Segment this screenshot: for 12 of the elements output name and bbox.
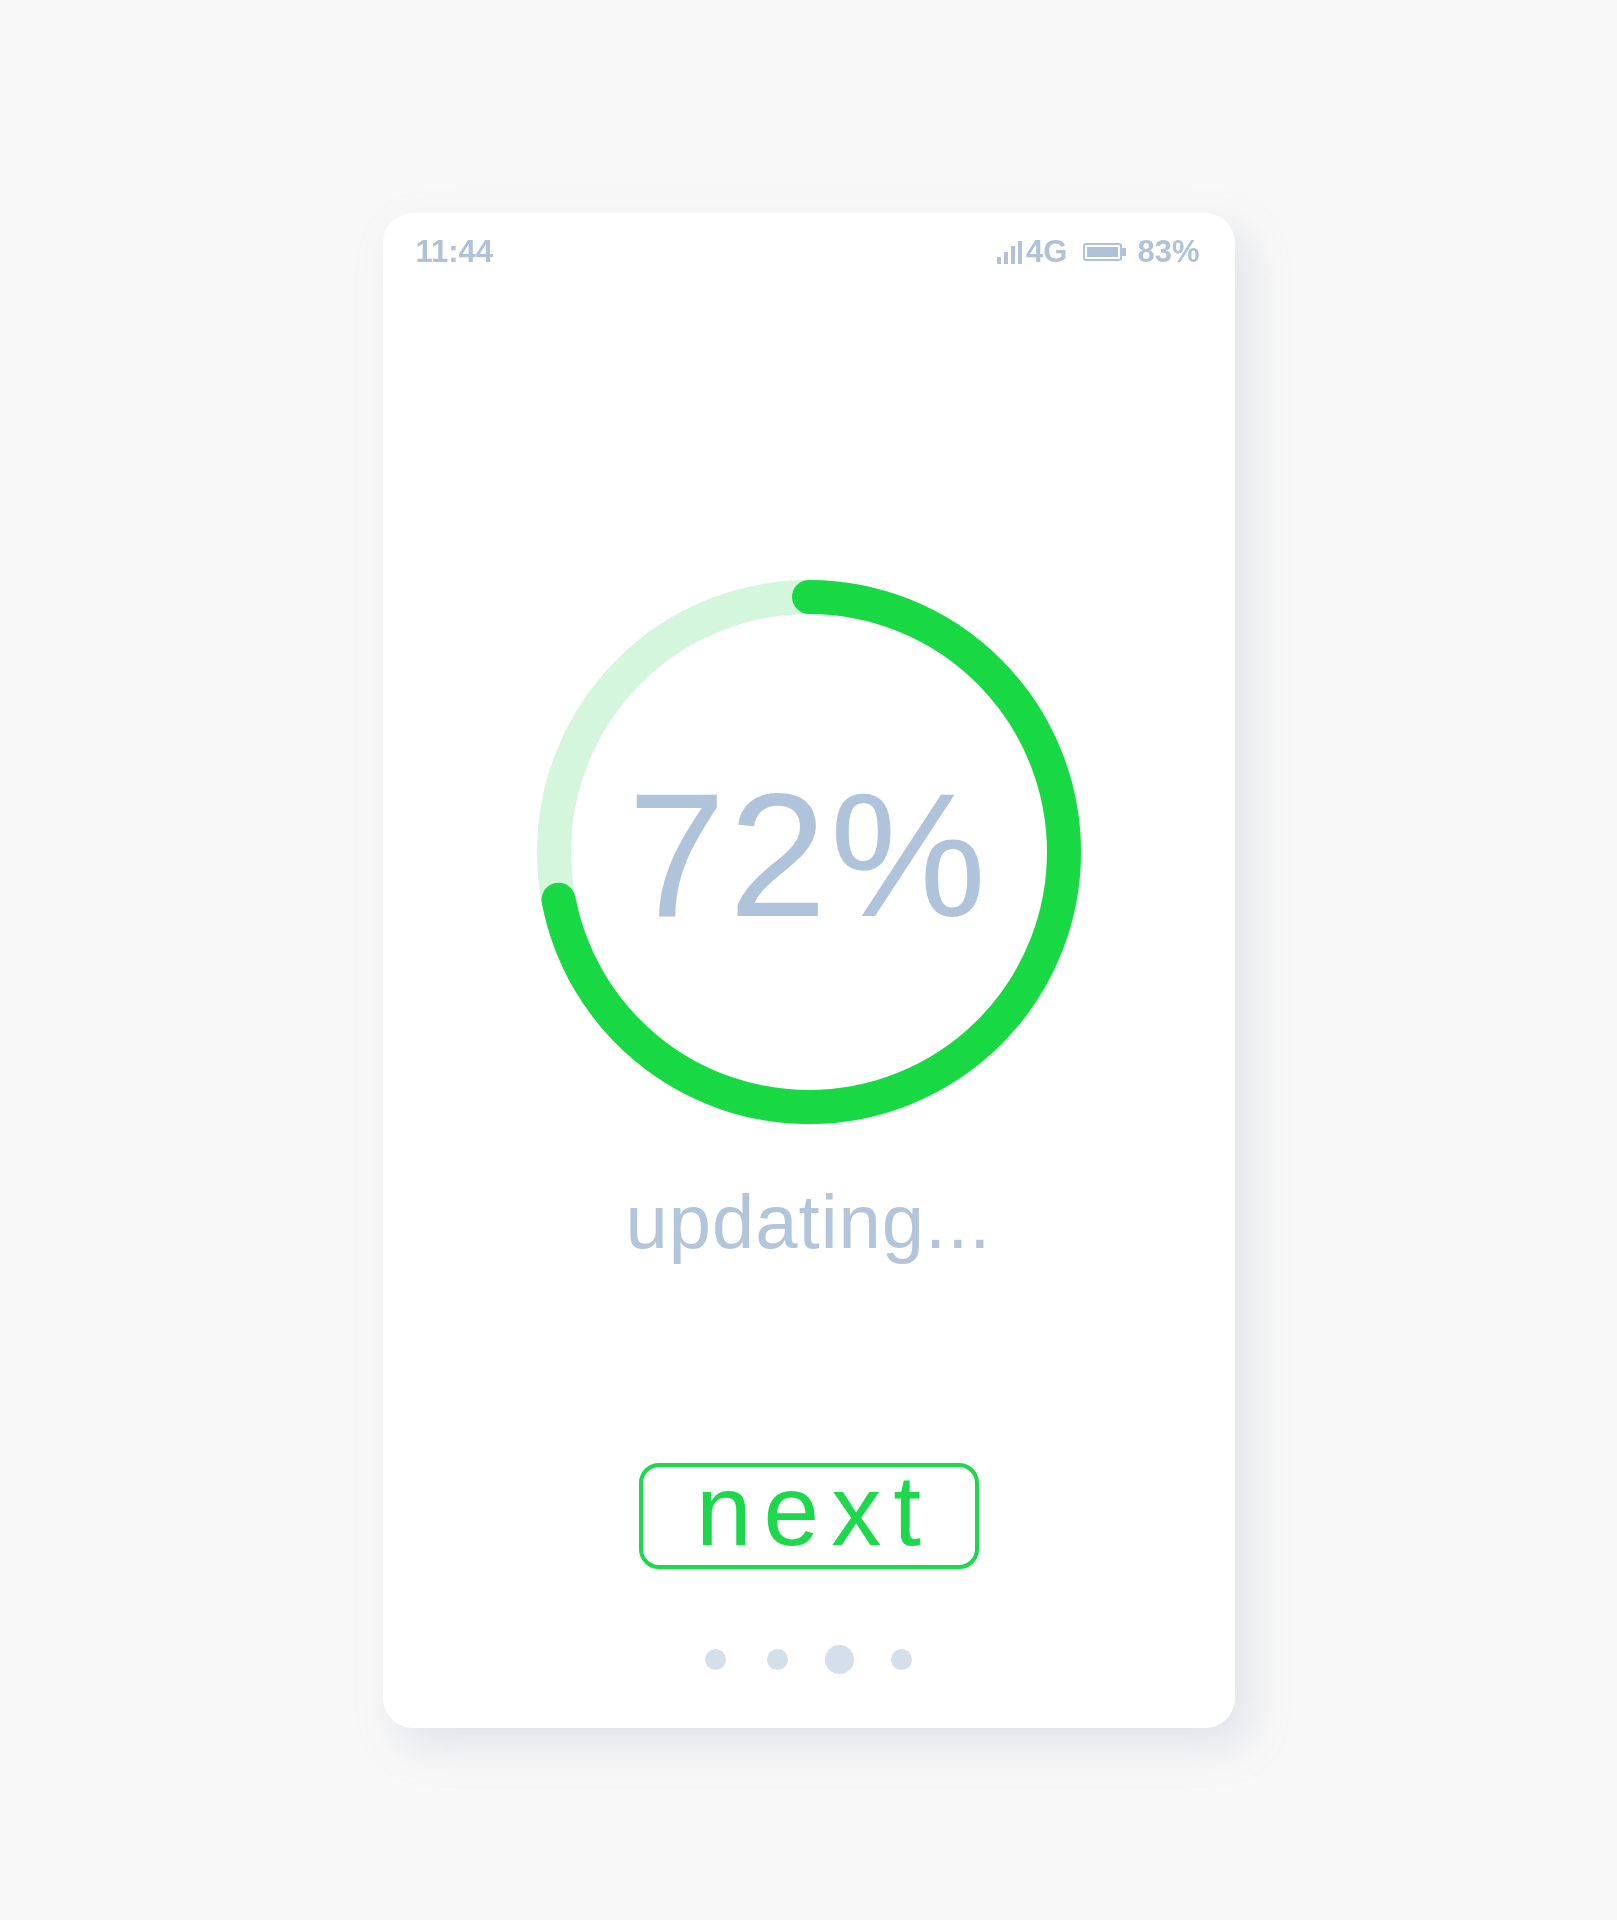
signal-icon xyxy=(997,240,1023,264)
status-time: 11:44 xyxy=(415,234,494,270)
battery-icon xyxy=(1083,243,1127,261)
battery-percent: 83% xyxy=(1137,234,1200,270)
page-dot-icon[interactable] xyxy=(705,1649,726,1671)
progress-percent: 72% xyxy=(627,767,990,943)
status-caption: updating... xyxy=(625,1178,992,1266)
page-dot-icon[interactable] xyxy=(825,1645,854,1675)
page-dot-icon[interactable] xyxy=(767,1649,788,1671)
page-dot-icon[interactable] xyxy=(891,1649,912,1671)
network-label: 4G xyxy=(1026,234,1068,270)
next-button[interactable]: next xyxy=(638,1463,979,1570)
